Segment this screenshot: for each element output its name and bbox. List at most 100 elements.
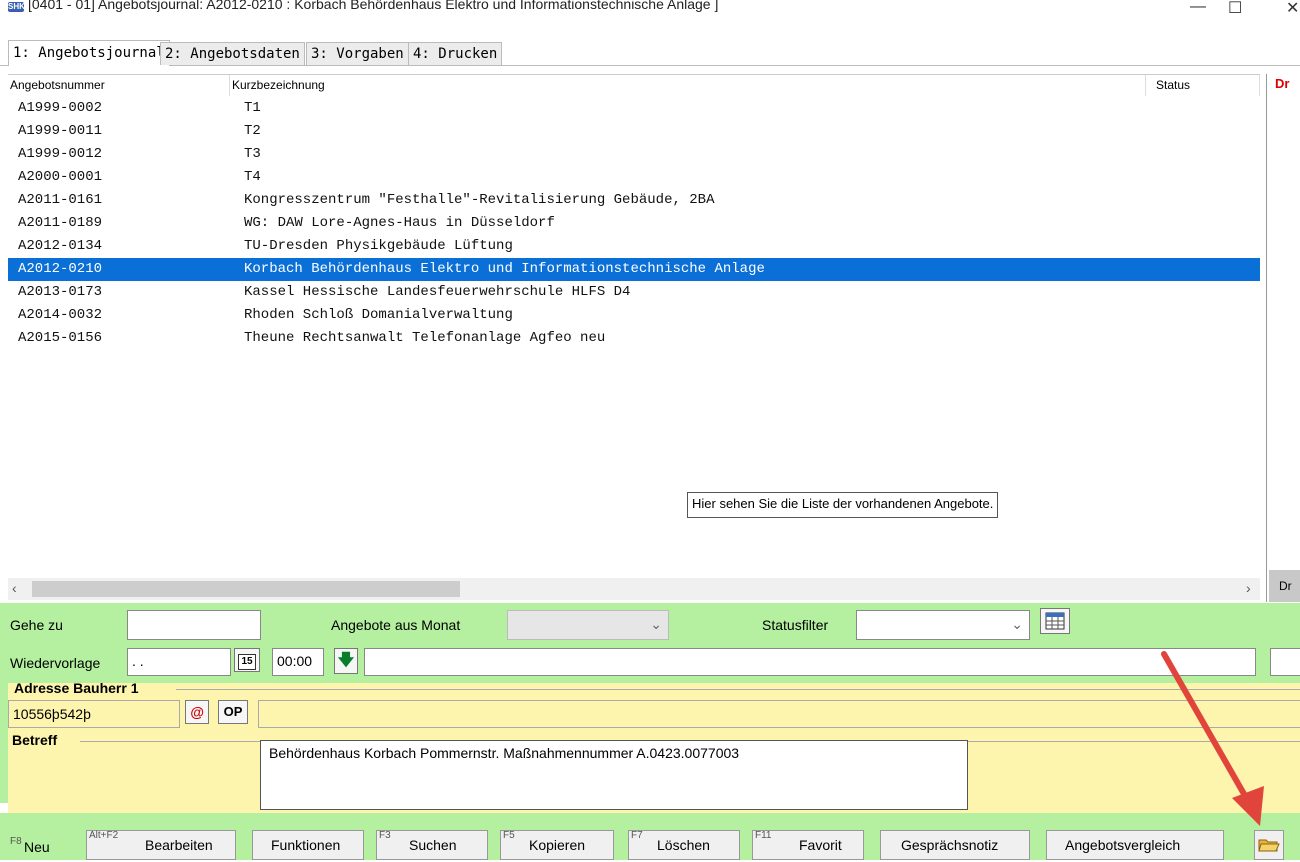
table-row[interactable]: A2012-0134 TU-Dresden Physikgebäude Lüftu… xyxy=(8,235,1260,258)
calendar-grid-icon xyxy=(1045,612,1065,630)
offer-number: A2012-0134 xyxy=(18,238,103,254)
column-header-kurzbezeichnung[interactable]: Kurzbezeichnung xyxy=(230,75,1146,96)
list-tooltip: Hier sehen Sie die Liste der vorhandenen… xyxy=(687,492,999,518)
button-label: Funktionen xyxy=(271,837,341,853)
bearbeiten-button[interactable]: Alt+F2 Bearbeiten xyxy=(86,830,236,860)
offer-number: A1999-0011 xyxy=(18,123,103,139)
loeschen-button[interactable]: F7 Löschen xyxy=(628,830,740,860)
tab-angebotsjournal[interactable]: 1: Angebotsjournal xyxy=(8,40,170,66)
offer-number: A2013-0173 xyxy=(18,284,103,300)
right-panel-title: Dr xyxy=(1275,76,1290,91)
tab-drucken[interactable]: 4: Drucken xyxy=(408,42,503,65)
offer-title: T1 xyxy=(244,100,261,116)
offer-title: T3 xyxy=(244,146,261,162)
offer-title: T2 xyxy=(244,123,261,139)
title-bar: SHK [0401 - 01] Angebotsjournal: A2012-0… xyxy=(0,0,1300,32)
table-row[interactable]: A1999-0011 T2 xyxy=(8,120,1260,143)
offer-title: Theune Rechtsanwalt Telefonanlage Agfeo … xyxy=(244,330,606,346)
angebotsvergleich-button[interactable]: Angebotsvergleich xyxy=(1046,830,1224,860)
offer-title: Rhoden Schloß Domanialverwaltung xyxy=(244,307,513,323)
group-divider xyxy=(176,689,1300,690)
maximize-button[interactable]: ☐ xyxy=(1228,0,1242,18)
adresse-detail-field[interactable] xyxy=(258,700,1300,728)
folder-open-button[interactable] xyxy=(1254,830,1284,860)
button-label: Angebotsvergleich xyxy=(1065,837,1181,853)
button-label: Suchen xyxy=(409,837,457,853)
statusfilter-select[interactable]: ⌄ xyxy=(856,610,1030,640)
neu-button[interactable]: F8 Neu xyxy=(8,830,72,860)
shortcut-label: F11 xyxy=(755,830,772,841)
arrow-down-icon[interactable]: 🡇 xyxy=(334,648,358,674)
column-header-status[interactable]: Status xyxy=(1146,75,1260,96)
offer-title: Kongresszentrum "Festhalle"-Revitalisier… xyxy=(244,192,715,208)
suchen-button[interactable]: F3 Suchen xyxy=(376,830,488,860)
horizontal-scrollbar[interactable]: ‹ › xyxy=(8,578,1260,600)
offer-title: Korbach Behördenhaus Elektro und Informa… xyxy=(244,261,765,277)
offer-list[interactable]: Angebotsnummer Kurzbezeichnung Status A1… xyxy=(8,74,1260,575)
betreff-title: Betreff xyxy=(12,732,58,748)
folder-open-icon xyxy=(1258,839,1280,852)
table-row[interactable]: A2011-0161 Kongresszentrum "Festhalle"-Re… xyxy=(8,189,1260,212)
betreff-textarea[interactable]: Behördenhaus Korbach Pommernstr. Maßnahm… xyxy=(260,740,968,810)
adresse-input[interactable]: 10556þ542þ xyxy=(8,700,180,728)
shortcut-label: F8 xyxy=(10,836,22,847)
right-panel-button[interactable]: Dr xyxy=(1269,570,1300,602)
offer-title: TU-Dresden Physikgebäude Lüftung xyxy=(244,238,513,254)
table-row[interactable]: A2013-0173 Kassel Hessische Landesfeuerwe… xyxy=(8,281,1260,304)
op-button[interactable]: OP xyxy=(218,700,248,724)
adresse-title: Adresse Bauherr 1 xyxy=(14,680,139,696)
table-row[interactable]: A2014-0032 Rhoden Schloß Domanialverwaltu… xyxy=(8,304,1260,327)
right-panel: Dr Dr xyxy=(1266,74,1300,602)
kopieren-button[interactable]: F5 Kopieren xyxy=(500,830,614,860)
offer-number: A2015-0156 xyxy=(18,330,103,346)
offer-number: A2000-0001 xyxy=(18,169,103,185)
monat-label: Angebote aus Monat xyxy=(331,617,461,633)
wiedervorlage-note-input[interactable] xyxy=(364,648,1256,676)
shortcut-label: Alt+F2 xyxy=(89,830,119,841)
calendar-button[interactable]: 15 xyxy=(234,648,260,672)
offer-number: A2012-0210 xyxy=(18,261,103,277)
window-title: [0401 - 01] Angebotsjournal: A2012-0210 … xyxy=(28,0,719,12)
wiedervorlage-label: Wiedervorlage xyxy=(10,655,101,671)
chevron-down-icon: ⌄ xyxy=(650,616,662,632)
button-label: Löschen xyxy=(657,837,710,853)
table-row[interactable]: A1999-0002 T1 xyxy=(8,97,1260,120)
tab-bar: 1: Angebotsjournal 2: Angebotsdaten 3: V… xyxy=(0,40,1300,66)
offer-title: Kassel Hessische Landesfeuerwehrschule H… xyxy=(244,284,631,300)
favorit-button[interactable]: F11 Favorit xyxy=(752,830,864,860)
offer-number: A2014-0032 xyxy=(18,307,103,323)
button-label: Kopieren xyxy=(529,837,586,853)
wiedervorlage-time-input[interactable]: 00:00 xyxy=(272,648,324,676)
minimize-button[interactable]: — xyxy=(1190,0,1206,16)
funktionen-button[interactable]: Funktionen xyxy=(252,830,364,860)
offer-number: A1999-0002 xyxy=(18,100,103,116)
table-row[interactable]: A2011-0189 WG: DAW Lore-Agnes-Haus in Düs… xyxy=(8,212,1260,235)
gespraechsnotiz-button[interactable]: Gesprächsnotiz xyxy=(880,830,1030,860)
app-logo-icon: SHK xyxy=(8,2,25,12)
monat-select[interactable]: ⌄ xyxy=(507,610,669,640)
email-at-icon[interactable]: @ xyxy=(185,700,209,724)
table-row[interactable]: A2000-0001 T4 xyxy=(8,166,1260,189)
tab-vorgaben[interactable]: 3: Vorgaben xyxy=(306,42,409,65)
gehe-zu-input[interactable] xyxy=(127,610,261,640)
close-button[interactable]: ✕ xyxy=(1286,0,1299,18)
button-label: Gesprächsnotiz xyxy=(901,837,999,853)
calendar-grid-button[interactable] xyxy=(1040,608,1070,634)
table-row[interactable]: A1999-0012 T3 xyxy=(8,143,1260,166)
scroll-right-icon[interactable]: › xyxy=(1246,580,1251,596)
scrollbar-thumb[interactable] xyxy=(32,581,460,597)
scroll-left-icon[interactable]: ‹ xyxy=(12,580,17,596)
calendar-icon: 15 xyxy=(238,654,256,670)
column-header-angebotsnummer[interactable]: Angebotsnummer xyxy=(8,75,230,96)
gehe-zu-label: Gehe zu xyxy=(10,617,63,633)
shortcut-label: F5 xyxy=(503,830,515,841)
tab-angebotsdaten[interactable]: 2: Angebotsdaten xyxy=(160,42,305,65)
offer-title: WG: DAW Lore-Agnes-Haus in Düsseldorf xyxy=(244,215,555,231)
button-label: Favorit xyxy=(799,837,842,853)
chevron-down-icon: ⌄ xyxy=(1011,616,1023,632)
wiedervorlage-date-input[interactable]: . . xyxy=(127,648,231,676)
table-row[interactable]: A2015-0156 Theune Rechtsanwalt Telefonanl… xyxy=(8,327,1260,350)
table-row-selected[interactable]: A2012-0210 Korbach Behördenhaus Elektro u… xyxy=(8,258,1260,281)
extra-input[interactable] xyxy=(1270,648,1300,676)
offer-number: A2011-0189 xyxy=(18,215,103,231)
